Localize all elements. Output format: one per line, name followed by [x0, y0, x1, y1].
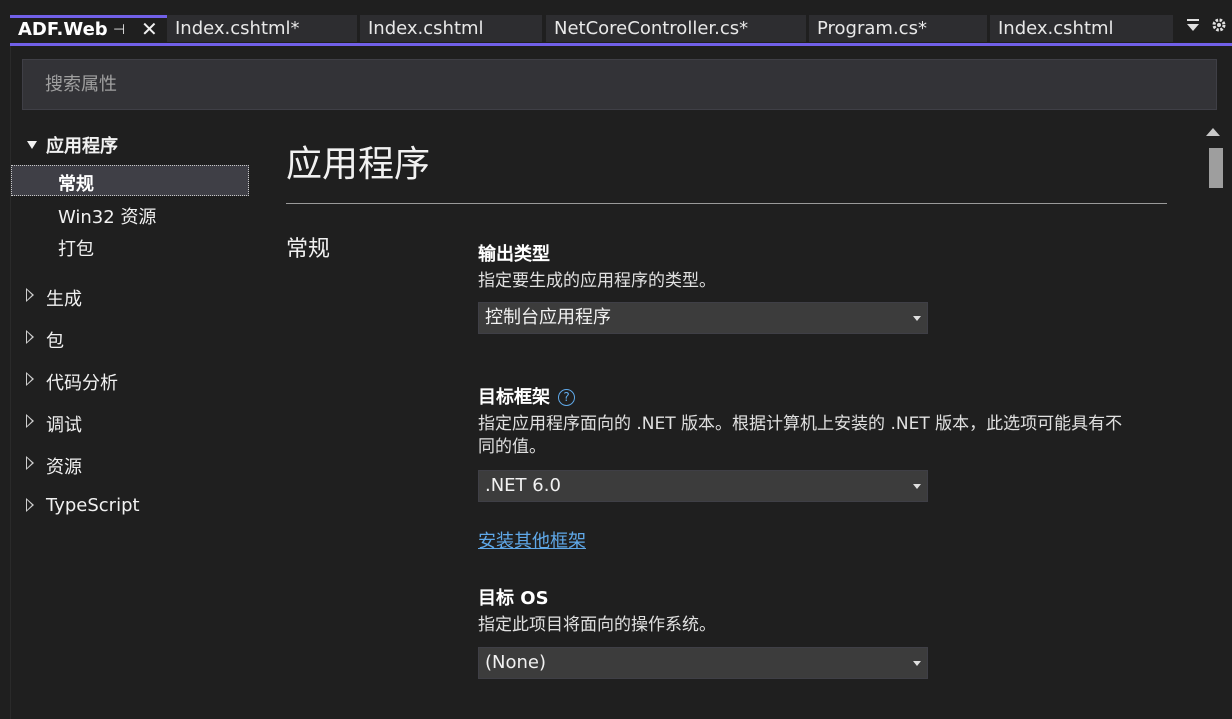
- tree-item-typescript[interactable]: TypeScript: [46, 495, 140, 516]
- section-title: 常规: [286, 237, 331, 262]
- tab-label: Index.cshtml*: [175, 18, 300, 39]
- target-os-select[interactable]: (None): [478, 647, 928, 679]
- scrollbar-thumb[interactable]: [1209, 148, 1223, 188]
- tree-item-general-selected[interactable]: [11, 165, 249, 196]
- target-os-label: 目标 OS: [478, 588, 549, 609]
- search-properties-input[interactable]: 搜索属性: [22, 59, 1217, 110]
- title-divider: [286, 203, 1167, 204]
- target-framework-label: 目标框架?: [478, 383, 575, 409]
- page-title: 应用程序: [286, 144, 431, 185]
- target-framework-description: 指定应用程序面向的 .NET 版本。根据计算机上安装的 .NET 版本，此选项可…: [478, 413, 1122, 459]
- tree-item-resources[interactable]: 资源: [46, 453, 82, 479]
- target-framework-value: .NET 6.0: [485, 475, 561, 496]
- chevron-down-icon: [913, 316, 921, 321]
- tree-item-packaging[interactable]: 打包: [58, 235, 94, 261]
- search-placeholder: 搜索属性: [45, 74, 117, 95]
- expanded-arrow-icon[interactable]: [27, 141, 37, 149]
- collapsed-arrow-icon[interactable]: [26, 288, 34, 302]
- document-tab-strip: ADF.Web ⊣ ✕ Index.cshtml* Index.cshtml N…: [0, 0, 1232, 46]
- collapsed-arrow-icon[interactable]: [26, 414, 34, 428]
- output-type-description: 指定要生成的应用程序的类型。: [478, 271, 716, 291]
- collapsed-arrow-icon[interactable]: [26, 498, 34, 512]
- target-os-value: (None): [485, 652, 547, 673]
- tab-list-dropdown-icon[interactable]: [1186, 17, 1200, 33]
- help-icon[interactable]: ?: [558, 389, 575, 406]
- tree-item-code-analysis[interactable]: 代码分析: [46, 369, 118, 395]
- close-icon[interactable]: ✕: [141, 18, 158, 41]
- vertical-scrollbar[interactable]: [1204, 122, 1226, 719]
- tab-label: Program.cs*: [817, 18, 927, 39]
- install-other-frameworks-link[interactable]: 安装其他框架: [478, 527, 586, 553]
- target-framework-label-text: 目标框架: [478, 387, 550, 408]
- tab-index-cshtml[interactable]: Index.cshtml: [360, 15, 542, 42]
- chevron-down-icon: [913, 661, 921, 666]
- tab-program-cs[interactable]: Program.cs*: [809, 15, 987, 42]
- tree-item-debug[interactable]: 调试: [46, 411, 82, 437]
- tab-index-cshtml-modified[interactable]: Index.cshtml*: [167, 15, 357, 42]
- tab-index-cshtml-2[interactable]: Index.cshtml: [990, 15, 1173, 42]
- output-type-label: 输出类型: [478, 244, 550, 265]
- target-framework-description-line2: 同的值。: [478, 437, 546, 457]
- collapsed-arrow-icon[interactable]: [26, 456, 34, 470]
- output-type-select[interactable]: 控制台应用程序: [478, 302, 928, 334]
- tab-label: ADF.Web: [18, 19, 108, 40]
- scroll-up-icon[interactable]: [1206, 128, 1220, 136]
- tree-item-application[interactable]: 应用程序: [46, 132, 118, 158]
- target-os-description: 指定此项目将面向的操作系统。: [478, 615, 716, 635]
- gear-icon[interactable]: [1211, 17, 1227, 33]
- tree-item-win32-resources[interactable]: Win32 资源: [58, 203, 156, 229]
- tab-label: Index.cshtml: [368, 18, 484, 39]
- collapsed-arrow-icon[interactable]: [26, 330, 34, 344]
- tab-adf-web[interactable]: ADF.Web ⊣ ✕: [10, 15, 167, 42]
- tab-netcorecontroller[interactable]: NetCoreController.cs*: [546, 15, 806, 42]
- collapsed-arrow-icon[interactable]: [26, 372, 34, 386]
- output-type-value: 控制台应用程序: [485, 307, 611, 328]
- tab-label: NetCoreController.cs*: [554, 18, 749, 39]
- tree-item-build[interactable]: 生成: [46, 285, 82, 311]
- target-framework-description-line1: 指定应用程序面向的 .NET 版本。根据计算机上安装的 .NET 版本，此选项可…: [478, 414, 1123, 434]
- tree-item-general[interactable]: 常规: [58, 170, 94, 196]
- chevron-down-icon: [913, 484, 921, 489]
- tree-item-package[interactable]: 包: [46, 327, 64, 353]
- tab-label: Index.cshtml: [998, 18, 1114, 39]
- pin-icon[interactable]: ⊣: [113, 18, 125, 42]
- target-framework-select[interactable]: .NET 6.0: [478, 470, 928, 502]
